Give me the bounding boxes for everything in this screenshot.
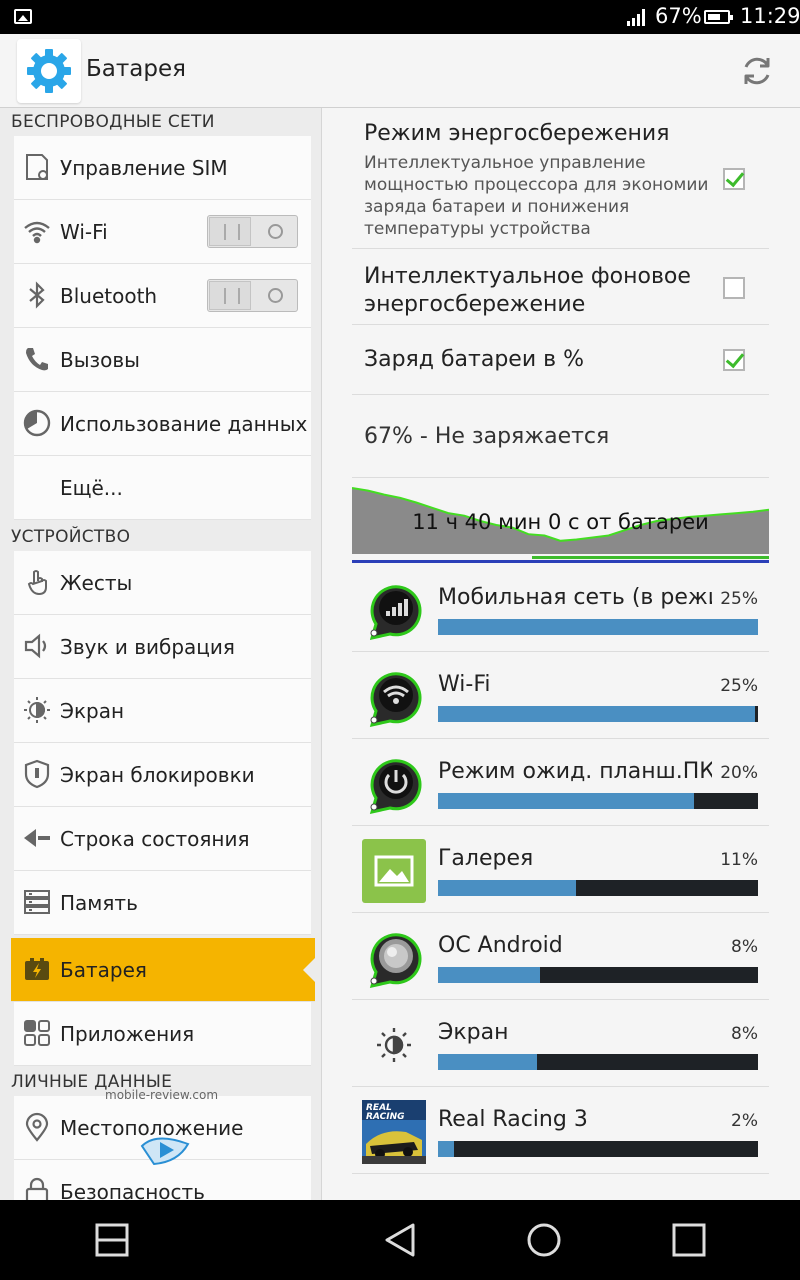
battery-icon [704,10,733,24]
usage-row-gallery[interactable]: Галерея 11% [352,826,769,913]
gear-icon[interactable] [17,39,81,103]
background-saving-title: Интеллектуальное фоновое энергосбережени… [364,264,691,317]
action-bar: Батарея [0,34,800,108]
usage-bar [438,793,758,809]
watermark-logo [140,1137,190,1166]
bluetooth-toggle[interactable] [207,279,298,312]
usage-row-screen[interactable]: Экран 8% [352,1000,769,1087]
usage-bar-fill [438,793,694,809]
battery-graph-label: 11 ч 40 мин 0 с от батареи [412,510,709,534]
graph-signal-strip [532,556,769,559]
background-saving-checkbox[interactable] [723,277,745,299]
usage-bar-fill [438,706,755,722]
sidebar-item-display[interactable]: Экран [14,679,311,743]
sidebar-item-storage[interactable]: Память [14,871,311,935]
usage-bar-fill [438,967,541,983]
recents-stack-icon[interactable] [94,1222,130,1258]
show-percent-title: Заряд батареи в % [364,347,584,372]
sidebar-item-apps[interactable]: Приложения [14,1002,311,1066]
usage-bar [438,1141,758,1157]
usage-bar-fill [438,619,758,635]
power-saving-pref[interactable]: Режим энергосбережения Интеллектуальное … [352,108,769,249]
show-percent-checkbox[interactable] [723,349,745,371]
location-icon [22,1112,52,1142]
power-saving-checkbox[interactable] [723,168,745,190]
show-percent-pref[interactable]: Заряд батареи в % [352,325,769,395]
usage-bar-fill [438,1054,538,1070]
sidebar-item-bluetooth[interactable]: Bluetooth [14,264,311,328]
real-racing-icon: REAL RACING [362,1100,426,1164]
sidebar-item-calls[interactable]: Вызовы [14,328,311,392]
usage-bar [438,880,758,896]
brightness-icon [22,695,52,725]
storage-icon [22,887,52,917]
section-header-device: УСТРОЙСТВО [11,527,131,547]
section-header-wireless: БЕСПРОВОДНЫЕ СЕТИ [11,112,215,132]
settings-menu: БЕСПРОВОДНЫЕ СЕТИ Управление SIM Wi-Fi B… [0,108,320,1200]
sidebar-item-sim[interactable]: Управление SIM [14,136,311,200]
graph-baseline [352,560,769,563]
usage-bar-fill [438,880,576,896]
android-os-icon [362,926,426,990]
sidebar-item-wifi[interactable]: Wi-Fi [14,200,311,264]
sidebar-item-security[interactable]: Безопасность [14,1160,311,1200]
usage-row-android-os[interactable]: ОС Android 8% [352,913,769,1000]
battery-panel: Режим энергосбережения Интеллектуальное … [321,108,800,1200]
wifi-toggle[interactable] [207,215,298,248]
usage-row-mobile-network[interactable]: Мобильная сеть (в режи 25% [352,565,769,652]
watermark: mobile-review.com [105,1088,219,1102]
sidebar-item-data-usage[interactable]: Использование данных [14,392,311,456]
usage-bar-fill [438,1141,454,1157]
gallery-icon [362,839,426,903]
usage-bar [438,967,758,983]
clock: 11:29 [740,4,800,28]
phone-icon [22,344,52,374]
usage-bar [438,1054,758,1070]
sim-settings-icon [22,152,52,182]
battery-icon [22,954,52,984]
usage-bar [438,706,758,722]
sidebar-item-lock-screen[interactable]: Экран блокировки [14,743,311,807]
status-bar: 67% 11:29 [0,0,800,34]
background-saving-pref[interactable]: Интеллектуальное фоновое энергосбережени… [352,249,769,325]
data-usage-icon [22,408,52,438]
back-icon[interactable] [382,1222,418,1258]
status-bar-icon [22,823,52,853]
sidebar-item-battery[interactable]: Батарея [11,938,315,1002]
signal-icon [362,578,426,642]
sidebar-item-more[interactable]: Ещё... [14,456,311,520]
sidebar-item-status-bar[interactable]: Строка состояния [14,807,311,871]
power-saving-summary: Интеллектуальное управление мощностью пр… [364,153,709,239]
speaker-icon [22,631,52,661]
page-title: Батарея [86,56,186,82]
battery-percent: 67% [655,4,702,28]
sidebar-item-gestures[interactable]: Жесты [14,551,311,615]
usage-row-wifi[interactable]: Wi-Fi 25% [352,652,769,739]
power-icon [362,752,426,816]
gesture-icon [22,567,52,597]
brightness-icon [362,1013,426,1077]
usage-row-standby[interactable]: Режим ожид. планш.ПК 20% [352,739,769,826]
refresh-icon[interactable] [738,52,776,90]
power-saving-title: Режим энергосбережения [364,121,670,146]
bluetooth-icon [22,280,52,310]
usage-row-real-racing[interactable]: REAL RACING Real Racing 3 2% [352,1087,769,1174]
security-icon [22,1176,52,1200]
sidebar-item-sound[interactable]: Звук и вибрация [14,615,311,679]
navigation-bar [0,1200,800,1280]
wifi-icon [22,216,52,246]
home-icon[interactable] [526,1222,562,1258]
lock-screen-icon [22,759,52,789]
battery-status: 67% - Не заряжается [364,424,610,449]
usage-bar [438,619,758,635]
overview-icon[interactable] [671,1222,707,1258]
apps-icon [22,1018,52,1048]
wifi-icon [362,665,426,729]
signal-icon [627,9,647,26]
image-notification-icon [14,9,32,24]
